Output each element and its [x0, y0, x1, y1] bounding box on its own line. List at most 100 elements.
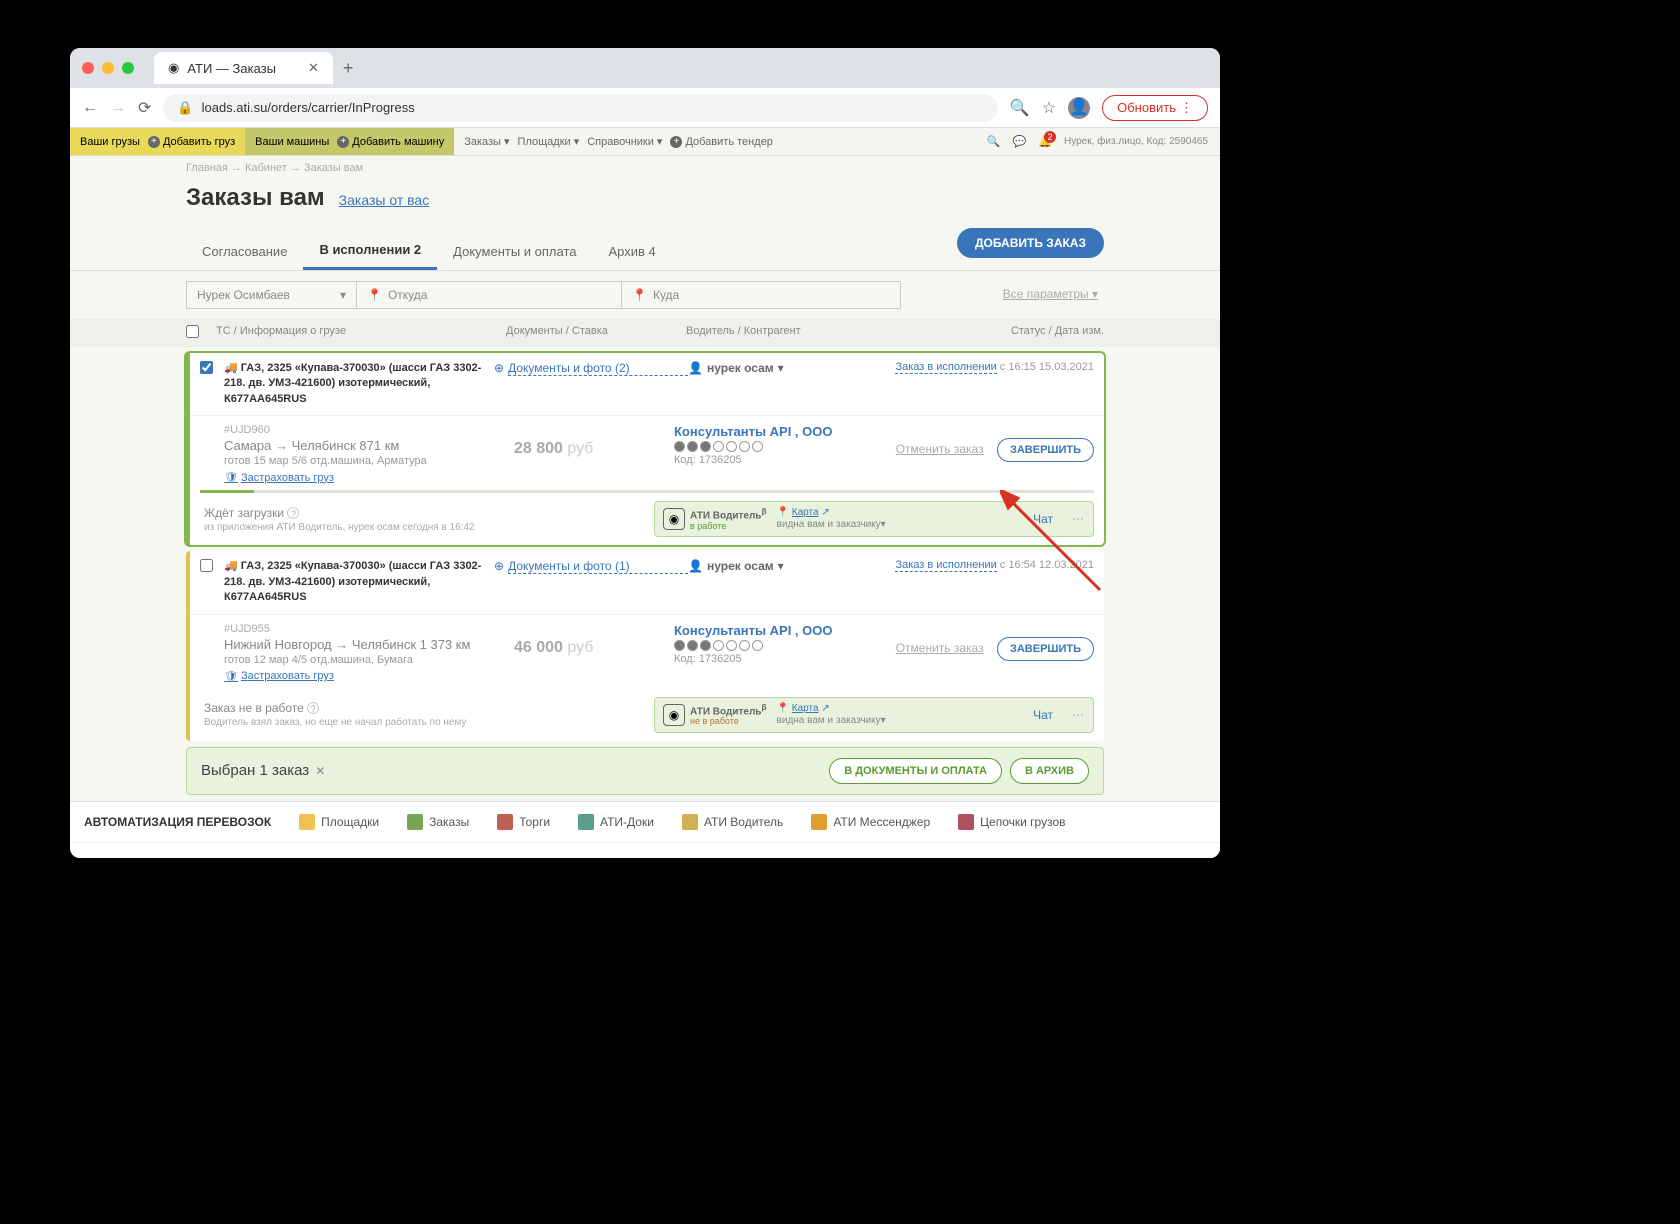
more-menu-icon[interactable]: ⋮ — [1071, 513, 1085, 525]
chat-link[interactable]: Чат — [1033, 708, 1053, 722]
nav-directories[interactable]: Справочники ▾ — [587, 135, 662, 148]
menu-dots-icon[interactable]: ⋮ — [1180, 100, 1193, 116]
browser-window: ◉ АТИ — Заказы ✕ + ← → ⟳ 🔒 loads.ati.su/… — [70, 48, 1220, 858]
driver-icon — [682, 814, 698, 830]
tab-title: АТИ — Заказы — [187, 61, 276, 76]
status-link[interactable]: Заказ в исполнении — [895, 361, 996, 374]
cancel-order-link[interactable]: Отменить заказ — [896, 442, 984, 456]
to-archive-button[interactable]: В АРХИВ — [1010, 758, 1089, 784]
chrome-tab-bar: ◉ АТИ — Заказы ✕ + — [70, 48, 1220, 88]
app-name: АТИ Водительβ — [690, 703, 767, 717]
back-icon[interactable]: ← — [82, 99, 98, 117]
reload-icon[interactable]: ⟳ — [138, 98, 151, 118]
tab-archive[interactable]: Архив 4 — [593, 234, 672, 269]
tool-chains[interactable]: Цепочки грузов — [958, 814, 1065, 830]
tool-messenger[interactable]: АТИ Мессенджер — [811, 814, 930, 830]
chevron-down-icon: ▾ — [340, 288, 346, 302]
plus-icon: ⊕ — [494, 559, 504, 573]
clear-selection-icon[interactable]: ✕ — [315, 764, 325, 778]
app-status: в работе — [690, 522, 767, 532]
tab-in-progress[interactable]: В исполнении 2 — [303, 232, 437, 270]
browser-tab[interactable]: ◉ АТИ — Заказы ✕ — [154, 52, 333, 84]
to-documents-button[interactable]: В ДОКУМЕНТЫ И ОПЛАТА — [829, 758, 1002, 784]
finish-button[interactable]: ЗАВЕРШИТЬ — [997, 637, 1094, 661]
fc-safety: БЕЗОПАСНОСТЬ — [316, 857, 508, 858]
driver-select[interactable]: 👤нурек осам▾ — [688, 559, 888, 573]
pin-icon: 📍 — [777, 703, 789, 714]
new-tab-icon[interactable]: + — [343, 58, 354, 79]
tool-platforms[interactable]: Площадки — [299, 814, 379, 830]
order-checkbox[interactable] — [200, 361, 213, 374]
add-cargo-button[interactable]: +Добавить груз — [148, 136, 235, 148]
tool-driver[interactable]: АТИ Водитель — [682, 814, 783, 830]
tab-approval[interactable]: Согласование — [186, 234, 303, 269]
shield-icon: 🛡 — [224, 471, 238, 484]
filter-from-input[interactable]: 📍Откуда — [356, 281, 621, 309]
finish-button[interactable]: ЗАВЕРШИТЬ — [997, 438, 1094, 462]
help-icon[interactable]: ? — [307, 702, 319, 714]
map-link[interactable]: Карта — [792, 703, 819, 714]
star-icon[interactable]: ☆ — [1042, 98, 1056, 118]
counterparty-link[interactable]: Консультанты API , ООО — [674, 424, 884, 439]
breadcrumb: Главная → Кабинет → Заказы вам — [70, 160, 1220, 176]
insure-link[interactable]: 🛡Застраховать груз — [224, 471, 334, 484]
person-icon: 👤 — [688, 559, 703, 573]
chevron-down-icon[interactable]: ▾ — [881, 715, 886, 726]
notifications-icon[interactable]: 🔔 — [1038, 135, 1052, 148]
fc-help: ПОМОЩЬ — [1014, 857, 1206, 858]
profile-icon[interactable]: 👤 — [1068, 97, 1090, 119]
status-link[interactable]: Заказ в исполнении — [895, 559, 996, 572]
ready-text: готов 15 мар 5/6 отд.машина, Арматура — [224, 455, 514, 467]
orders-from-you-link[interactable]: Заказы от вас — [339, 192, 430, 208]
add-vehicle-button[interactable]: +Добавить машину — [337, 136, 444, 148]
minimize-window-icon[interactable] — [102, 62, 114, 74]
documents-link[interactable]: Документы и фото (1) — [508, 559, 688, 574]
add-tender-button[interactable]: +Добавить тендер — [670, 136, 772, 148]
all-params-link[interactable]: Все параметры ▾ — [997, 281, 1104, 309]
nav-platforms[interactable]: Площадки ▾ — [518, 135, 580, 148]
close-window-icon[interactable] — [82, 62, 94, 74]
table-header: ТС / Информация о грузе Документы / Став… — [70, 319, 1220, 347]
selection-bar: Выбран 1 заказ ✕ В ДОКУМЕНТЫ И ОПЛАТА В … — [186, 747, 1104, 795]
app-name: АТИ Водительβ — [690, 507, 767, 521]
documents-link[interactable]: Документы и фото (2) — [508, 361, 688, 376]
cancel-order-link[interactable]: Отменить заказ — [896, 641, 984, 655]
rating-stars — [674, 640, 884, 651]
tool-auctions[interactable]: Торги — [497, 814, 550, 830]
close-tab-icon[interactable]: ✕ — [308, 60, 319, 76]
update-button[interactable]: Обновить ⋮ — [1102, 95, 1208, 121]
page-content: Главная → Кабинет → Заказы вам Заказы ва… — [70, 156, 1220, 858]
maximize-window-icon[interactable] — [122, 62, 134, 74]
tool-docs[interactable]: АТИ-Доки — [578, 814, 654, 830]
filter-to-input[interactable]: 📍Куда — [621, 281, 901, 309]
status-time: с 16:15 15.03.2021 — [1000, 361, 1094, 373]
tab-documents[interactable]: Документы и оплата — [437, 234, 592, 269]
waiting-status: Заказ не в работе — [204, 701, 304, 715]
url-bar: ← → ⟳ 🔒 loads.ati.su/orders/carrier/InPr… — [70, 88, 1220, 128]
chevron-down-icon[interactable]: ▾ — [881, 519, 886, 530]
counterparty-code: Код: 1736205 — [674, 653, 884, 665]
more-menu-icon[interactable]: ⋮ — [1071, 709, 1085, 721]
nav-your-vehicles[interactable]: Ваши машины — [255, 136, 329, 148]
nav-orders[interactable]: Заказы ▾ — [464, 135, 509, 148]
driver-select[interactable]: 👤нурек осам▾ — [688, 361, 888, 375]
map-link[interactable]: Карта — [792, 507, 819, 518]
insure-link[interactable]: 🛡Застраховать груз — [224, 670, 334, 683]
filter-driver-select[interactable]: Нурек Осимбаев▾ — [186, 281, 356, 309]
user-info[interactable]: Нурек, физ.лицо, Код: 2590465 — [1064, 136, 1208, 147]
tool-orders[interactable]: Заказы — [407, 814, 469, 830]
search-icon[interactable]: 🔍 — [987, 135, 1001, 148]
order-checkbox[interactable] — [200, 559, 213, 572]
nav-your-cargo[interactable]: Ваши грузы — [80, 136, 140, 148]
select-all-checkbox[interactable] — [186, 325, 199, 338]
help-icon[interactable]: ? — [287, 507, 299, 519]
pin-icon: 📍 — [777, 507, 789, 518]
add-order-button[interactable]: ДОБАВИТЬ ЗАКАЗ — [957, 228, 1104, 258]
zoom-icon[interactable]: 🔍 — [1010, 98, 1030, 118]
forward-icon[interactable]: → — [110, 99, 126, 117]
chat-icon[interactable]: 💬 — [1013, 135, 1027, 148]
counterparty-link[interactable]: Консультанты API , ООО — [674, 623, 884, 638]
chat-link[interactable]: Чат — [1033, 512, 1053, 526]
url-text: loads.ati.su/orders/carrier/InProgress — [202, 100, 415, 115]
address-bar[interactable]: 🔒 loads.ati.su/orders/carrier/InProgress — [163, 94, 997, 122]
